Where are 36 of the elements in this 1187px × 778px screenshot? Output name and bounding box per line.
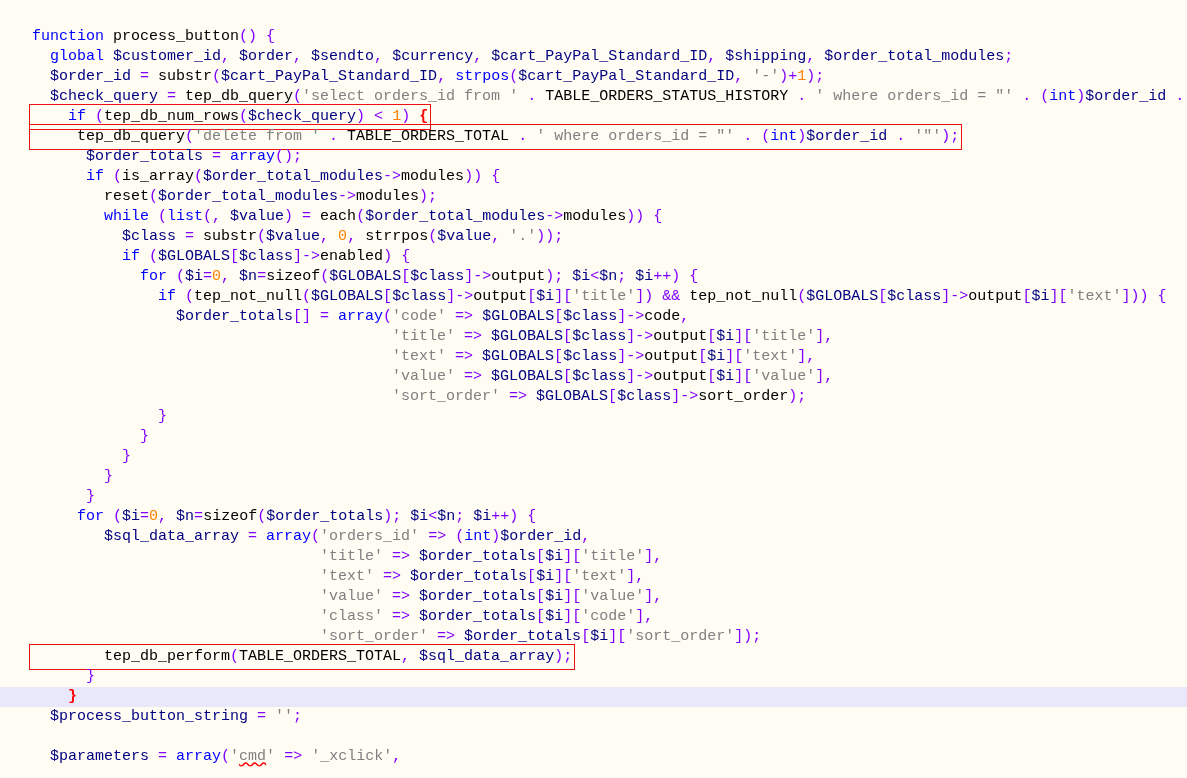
code-line: reset($order_total_modules->modules); [103,187,438,207]
code-line: } [103,467,113,487]
code-line: $check_query = tep_db_query('select orders_id from ' . TABLE_ORDERS_STATUS_HISTORY . ' where orders_id = "' . (int)$order_id . [49,87,1185,107]
code-line: for ($i=0, $n=sizeof($GLOBALS[$class]->output); $i<$n; $i++) { [139,267,699,287]
code-line: $parameters = array('cmd' => '_xclick', [49,747,402,767]
code-line: $order_id = substr($cart_PayPal_Standard_ID, strpos($cart_PayPal_Standard_ID, '-')+1); [49,67,825,87]
code-line: $order_totals[] = array('code' => $GLOBALS[$class]->code, [175,307,690,327]
code-line: $process_button_string = ''; [49,707,303,727]
code-line: } [139,427,150,447]
code-line: tep_db_query('delete from ' . TABLE_ORDERS_TOTAL . ' where orders_id = "' . (int)$order_id . '"'); [32,127,960,147]
code-line: $order_totals = array(); [85,147,303,167]
code-line: if ($GLOBALS[$class]->enabled) { [121,247,411,267]
code-line: $class = substr($value, 0, strrpos($value, '.')); [121,227,564,247]
code-line: global $customer_id, $order, $sendto, $currency, $cart_PayPal_Standard_ID, $shipping, $order_total_modules; [49,47,1014,67]
code-line: 'text' => $order_totals[$i]['text'], [319,567,645,587]
code-line: } [157,407,168,427]
code-line: while (list(, $value) = each($order_total_modules->modules)) { [103,207,663,227]
code-line: tep_db_perform(TABLE_ORDERS_TOTAL, $sql_data_array); [32,647,573,667]
code-line: } [85,487,95,507]
code-line: for ($i=0, $n=sizeof($order_totals); $i<$n; $i++) { [76,507,537,527]
code-line: 'text' => $GLOBALS[$class]->output[$i]['text'], [391,347,816,367]
code-line: if (tep_db_num_rows($check_query) < 1) { [32,107,429,127]
code-line: 'title' => $GLOBALS[$class]->output[$i]['title'], [391,327,834,347]
code-line: 'class' => $order_totals[$i]['code'], [319,607,654,627]
code-line: 'sort_order' => $order_totals[$i]['sort_order']); [319,627,762,647]
code-line: if (tep_not_null($GLOBALS[$class]->output[$i]['title']) && tep_not_null($GLOBALS[$class]->output[$i]['text'])) { [157,287,1167,307]
code-line: 'title' => $order_totals[$i]['title'], [319,547,663,567]
code-line: 'value' => $GLOBALS[$class]->output[$i]['value'], [391,367,834,387]
code-line: } [67,687,77,707]
code-line: 'sort_order' => $GLOBALS[$class]->sort_order); [391,387,807,407]
code-line: $sql_data_array = array('orders_id' => (int)$order_id, [103,527,591,547]
code-line: function process_button() { [32,27,276,47]
code-line: } [85,667,95,687]
code-line: 'value' => $order_totals[$i]['value'], [319,587,663,607]
code-line: if (is_array($order_total_modules->modules)) { [85,167,501,187]
code-line: } [121,447,132,467]
